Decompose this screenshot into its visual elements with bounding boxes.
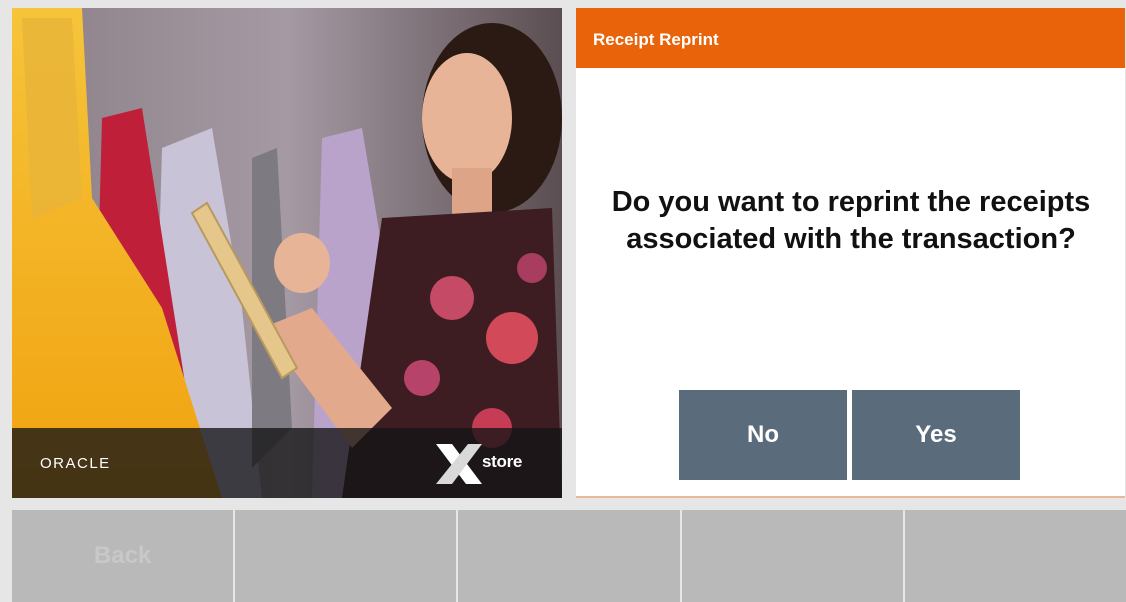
xstore-wordmark: store	[482, 452, 523, 471]
function-button-3[interactable]	[458, 510, 682, 602]
oracle-logo: ORACLE	[40, 455, 111, 472]
brand-bar: ORACLE store	[12, 428, 562, 498]
dialog-title: Receipt Reprint	[576, 8, 1125, 68]
function-button-2[interactable]	[235, 510, 459, 602]
dialog-message: Do you want to reprint the receipts asso…	[611, 186, 1091, 255]
no-button[interactable]: No	[679, 390, 847, 480]
yes-button[interactable]: Yes	[852, 390, 1020, 480]
function-button-4[interactable]	[681, 510, 905, 602]
retail-associate-photo	[12, 8, 562, 498]
xstore-logo: store	[434, 442, 544, 486]
function-button-5[interactable]	[904, 510, 1126, 602]
function-button-bar: Back	[12, 510, 1126, 602]
back-button[interactable]: Back	[12, 510, 236, 602]
hero-image-panel: ORACLE store	[12, 8, 562, 498]
x-mark-icon	[436, 444, 482, 484]
receipt-reprint-dialog: Receipt Reprint Do you want to reprint t…	[576, 8, 1125, 498]
